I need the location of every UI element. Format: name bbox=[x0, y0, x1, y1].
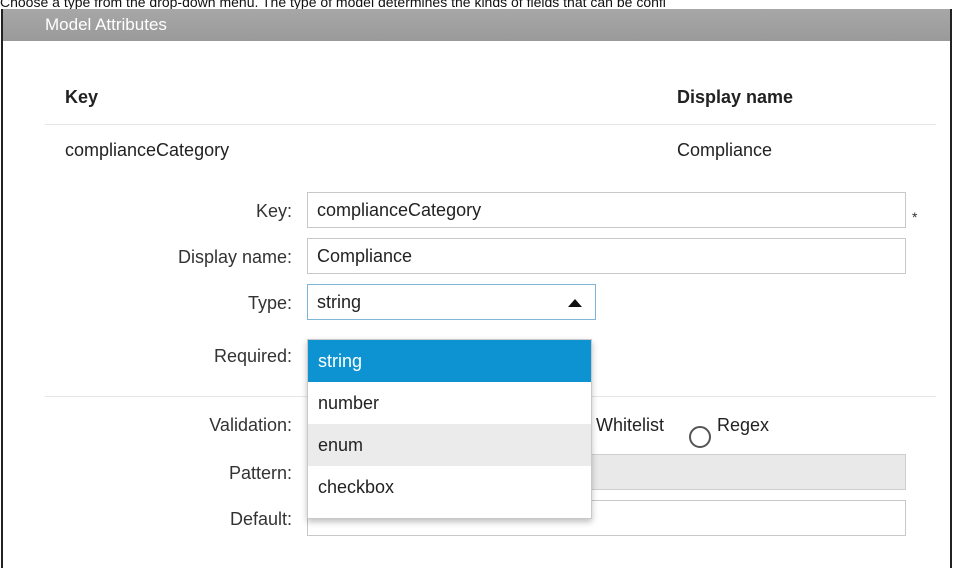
row-display-name-cell[interactable]: Compliance bbox=[677, 140, 772, 161]
dropdown-option-number[interactable]: number bbox=[308, 382, 591, 424]
radio-unchecked-icon[interactable] bbox=[689, 426, 711, 448]
row-key-cell[interactable]: complianceCategory bbox=[65, 140, 229, 161]
key-input[interactable]: complianceCategory bbox=[307, 192, 906, 228]
type-select-value: string bbox=[317, 292, 362, 312]
type-dropdown-menu: string number enum checkbox bbox=[307, 339, 592, 519]
dropdown-option-enum[interactable]: enum bbox=[308, 424, 591, 466]
required-label: Required: bbox=[213, 346, 292, 366]
instruction-caption: Choose a type from the drop-down menu. T… bbox=[0, 0, 666, 10]
column-header-key: Key bbox=[65, 87, 99, 107]
default-label: Default: bbox=[229, 509, 292, 529]
dropdown-option-checkbox[interactable]: checkbox bbox=[308, 466, 591, 508]
key-label: Key: bbox=[255, 201, 292, 221]
radio-whitelist-label[interactable]: Whitelist bbox=[596, 415, 664, 436]
header-divider bbox=[45, 124, 936, 125]
validation-label: Validation: bbox=[209, 415, 292, 435]
model-attributes-panel: Model Attributes Key Display name compli… bbox=[1, 9, 952, 568]
column-header-display-name: Display name bbox=[677, 87, 794, 107]
type-select[interactable]: string bbox=[307, 284, 596, 320]
dropdown-option-string[interactable]: string bbox=[308, 340, 591, 382]
caret-up-icon bbox=[568, 299, 582, 307]
pattern-label: Pattern: bbox=[228, 463, 292, 483]
display-name-input[interactable]: Compliance bbox=[307, 238, 906, 274]
display-name-label: Display name: bbox=[177, 247, 292, 267]
type-label: Type: bbox=[247, 293, 292, 313]
required-marker: * bbox=[912, 209, 918, 225]
panel-title: Model Attributes bbox=[3, 9, 950, 41]
radio-regex-label[interactable]: Regex bbox=[717, 415, 769, 436]
